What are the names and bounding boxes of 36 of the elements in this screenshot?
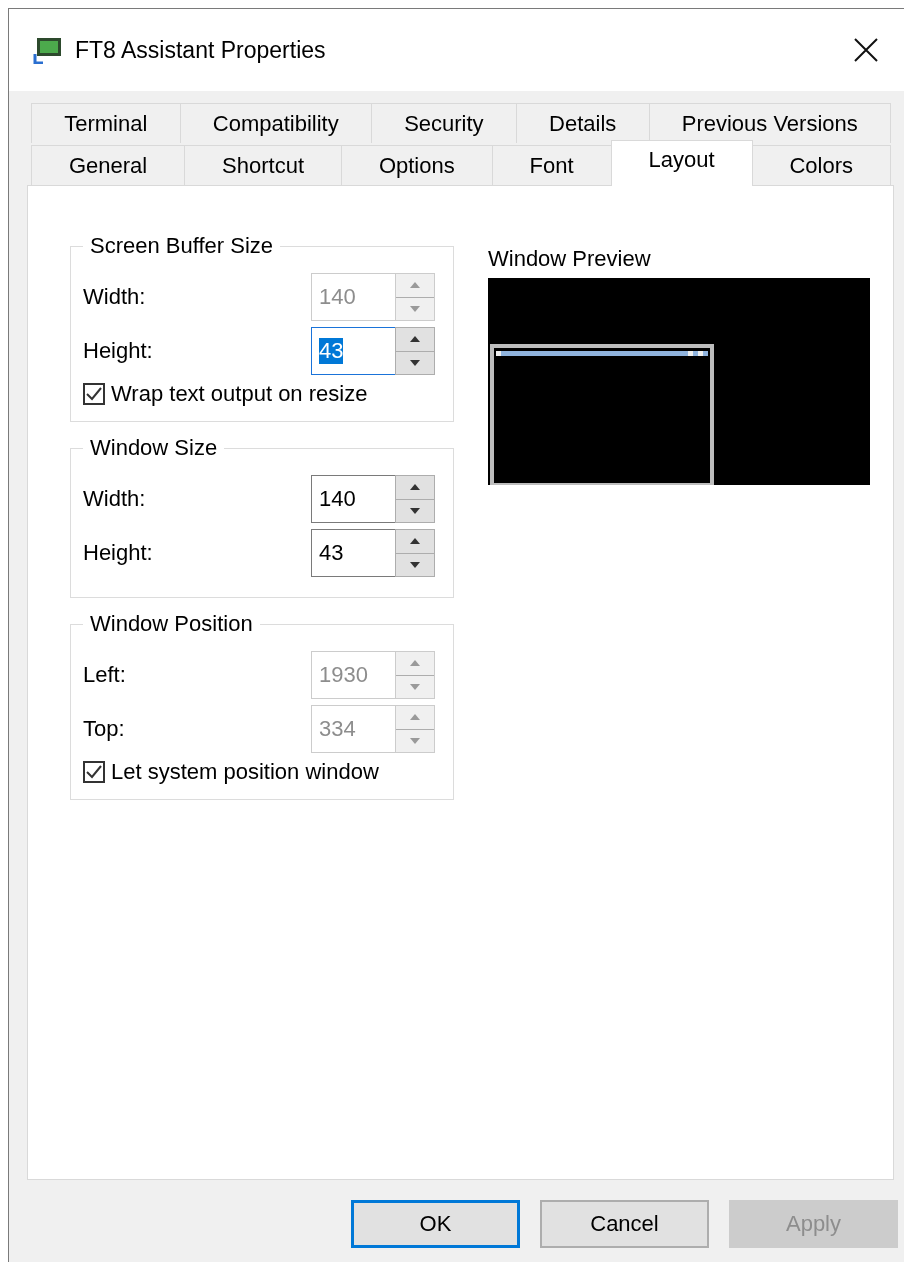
field-label: Width:: [83, 284, 146, 310]
field-label: Width:: [83, 486, 146, 512]
tab[interactable]: General: [31, 145, 186, 185]
up-arrow-icon: [409, 537, 421, 546]
dialog-button[interactable]: OK: [351, 1200, 520, 1248]
dialog-button[interactable]: Cancel: [540, 1200, 709, 1248]
checkbox[interactable]: [83, 761, 105, 783]
up-arrow-icon: [409, 713, 421, 722]
down-arrow-icon: [409, 506, 421, 515]
tab[interactable]: Layout: [610, 140, 753, 186]
field-label: Height:: [83, 338, 153, 364]
up-arrow-icon: [409, 659, 421, 668]
checkbox-label[interactable]: Let system position window: [111, 759, 379, 785]
down-arrow-icon: [409, 560, 421, 569]
checkmark-icon: [86, 765, 102, 779]
up-arrow-icon: [409, 483, 421, 492]
checkmark-icon: [86, 387, 102, 401]
field-label: Height:: [83, 540, 153, 566]
down-arrow-icon: [409, 358, 421, 367]
down-arrow-icon: [409, 682, 421, 691]
window-title: FT8 Assistant Properties: [75, 36, 327, 64]
down-arrow-icon: [409, 736, 421, 745]
checkbox-label[interactable]: Wrap text output on resize: [111, 381, 368, 407]
tab[interactable]: Terminal: [31, 103, 181, 143]
up-arrow-icon: [409, 281, 421, 290]
checkbox[interactable]: [83, 383, 105, 405]
field-label: Top:: [83, 716, 125, 742]
tab[interactable]: Previous Versions: [648, 103, 891, 143]
up-arrow-icon: [409, 335, 421, 344]
number-field[interactable]: 43: [311, 327, 395, 375]
down-arrow-icon: [409, 304, 421, 313]
preview-title: Window Preview: [488, 246, 652, 272]
tab[interactable]: Colors: [751, 145, 891, 185]
field-label: Left:: [83, 662, 126, 688]
app-icon: [33, 36, 63, 64]
close-icon: [854, 38, 878, 62]
